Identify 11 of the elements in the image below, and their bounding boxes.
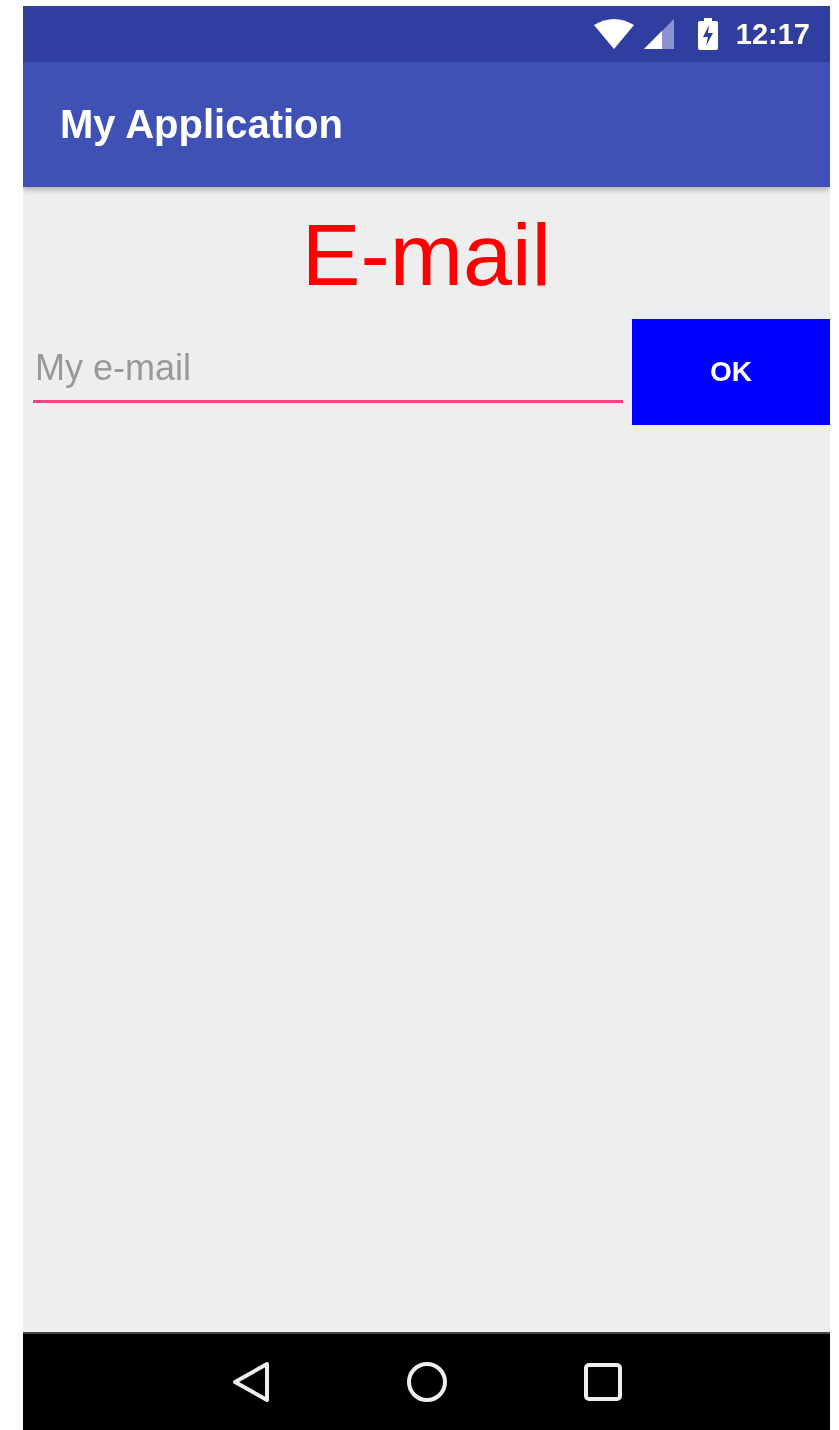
app-title: My Application	[60, 102, 343, 147]
signal-icon	[643, 19, 674, 49]
recents-icon[interactable]	[584, 1363, 623, 1401]
battery-charging-icon	[697, 18, 718, 50]
home-icon[interactable]	[406, 1361, 449, 1403]
status-time: 12:17	[735, 17, 810, 51]
email-input-field[interactable]: My e-mail	[33, 341, 623, 403]
back-icon[interactable]	[230, 1361, 271, 1403]
heading: E-mail	[301, 211, 552, 299]
ok-button[interactable]: OK	[632, 319, 830, 425]
wifi-icon	[593, 19, 634, 49]
